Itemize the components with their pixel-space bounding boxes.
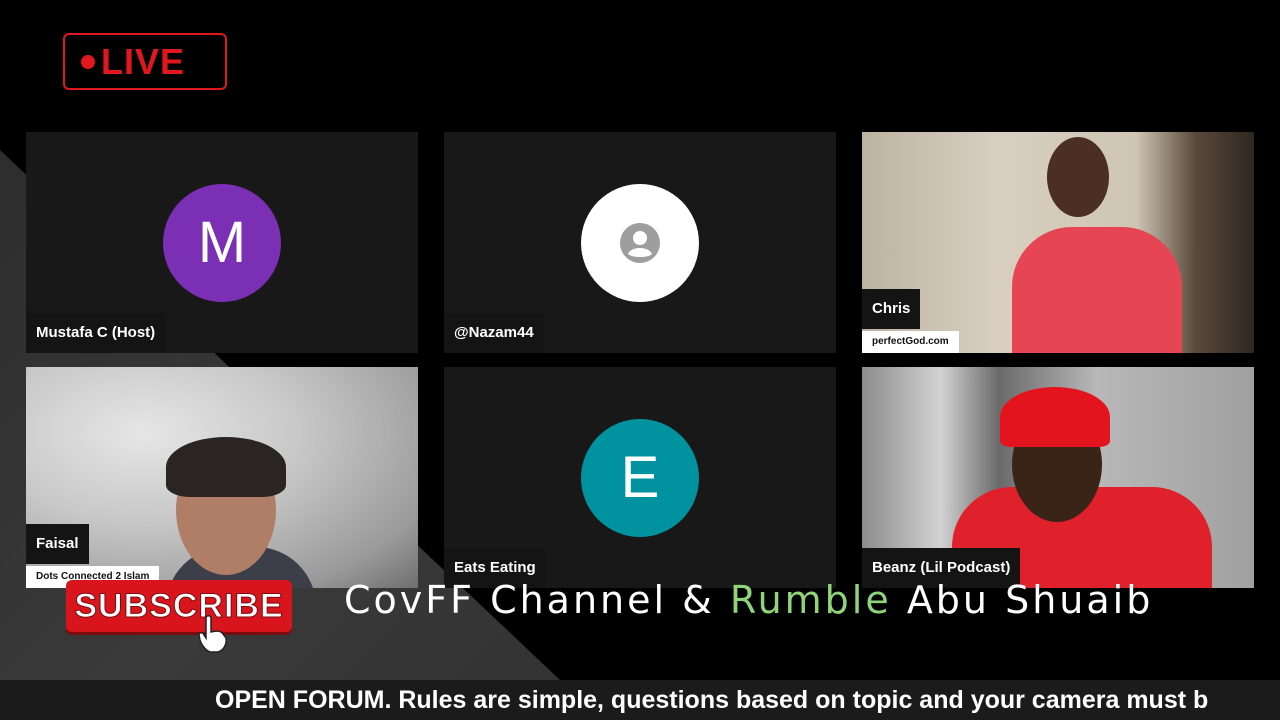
participant-tile-beanz[interactable]: Beanz (Lil Podcast) (862, 367, 1254, 588)
live-dot-icon (81, 54, 95, 69)
participant-tile-chris[interactable]: Chris perfectGod.com (862, 132, 1254, 353)
person-hair (166, 437, 286, 497)
participant-tile-nazam[interactable]: @Nazam44 (444, 132, 836, 353)
avatar (581, 183, 699, 302)
channel-banner: CovFF Channel & Rumble Abu Shuaib (344, 578, 1153, 622)
avatar-letter: E (620, 445, 660, 510)
subscribe-label: SUBSCRIBE (74, 586, 284, 625)
avatar: E (581, 418, 699, 537)
channel-text-rumble: Rumble (729, 578, 892, 622)
participant-name: Mustafa C (Host) (26, 313, 166, 353)
participant-name: Chris (862, 289, 921, 329)
ticker-text: OPEN FORUM. Rules are simple, questions … (215, 686, 1209, 714)
participant-tile-eats[interactable]: E Eats Eating (444, 367, 836, 588)
participant-name: Faisal (26, 524, 89, 564)
live-badge: LIVE (63, 33, 227, 90)
avatar: M (163, 183, 281, 302)
channel-text-2: Abu Shuaib (891, 578, 1154, 622)
participant-name: @Nazam44 (444, 313, 544, 353)
participant-website: perfectGod.com (862, 331, 959, 353)
avatar-letter: M (197, 210, 247, 275)
participant-tile-faisal[interactable]: Faisal Dots Connected 2 Islam (26, 367, 418, 588)
live-label: LIVE (101, 40, 186, 82)
channel-text-1: CovFF Channel & (344, 578, 730, 622)
person-icon (620, 222, 660, 263)
ticker-bar: OPEN FORUM. Rules are simple, questions … (0, 680, 1280, 720)
red-cap (1000, 387, 1110, 447)
subscribe-button[interactable]: SUBSCRIBE (66, 580, 292, 632)
person-shirt (1012, 227, 1182, 353)
pointer-hand-icon (198, 615, 227, 653)
person-head (1047, 137, 1109, 217)
participant-tile-mustafa[interactable]: M Mustafa C (Host) (26, 132, 418, 353)
